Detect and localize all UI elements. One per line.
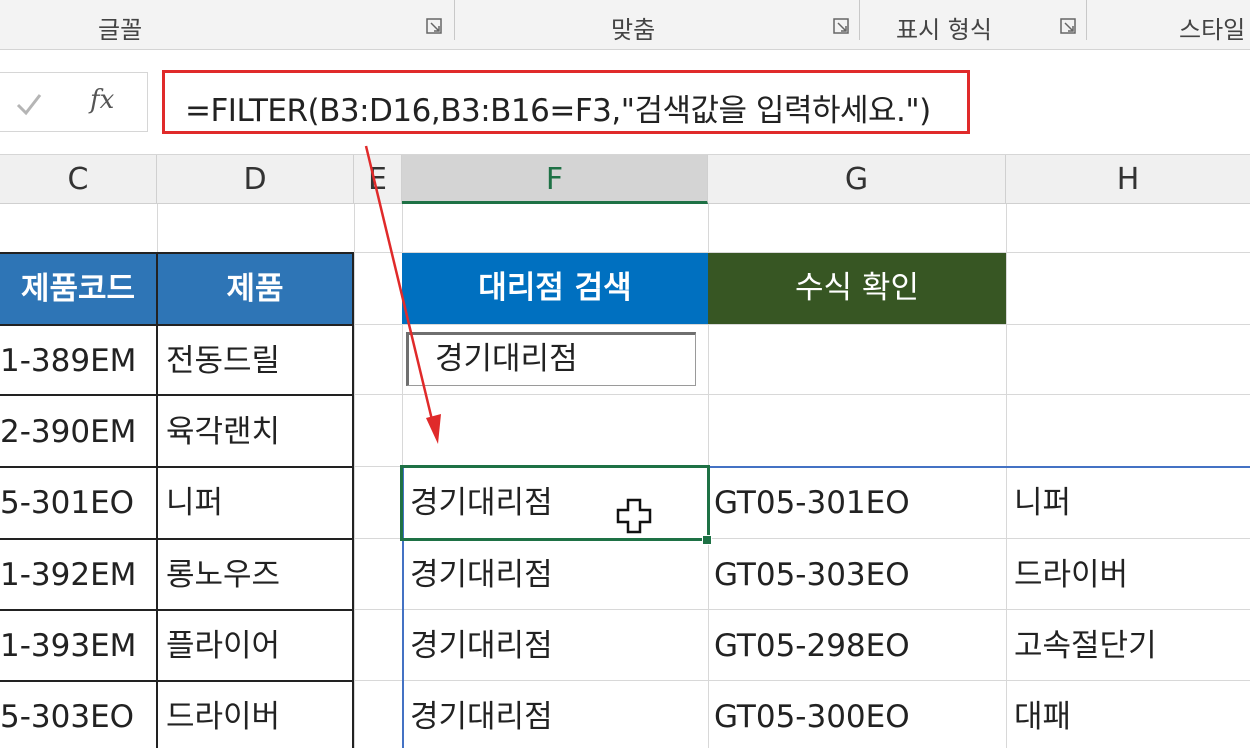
result-product-cell[interactable]: 드라이버 [1014,540,1128,610]
dialog-launcher-icon[interactable] [833,18,851,36]
column-header-d[interactable]: D [157,155,354,204]
table-cell-code[interactable]: 1-389EM [0,326,154,396]
dialog-launcher-icon[interactable] [426,18,444,36]
result-dealer-cell[interactable]: 경기대리점 [410,611,553,681]
column-header-c[interactable]: C [0,155,157,204]
column-header-e[interactable]: E [354,155,402,204]
formula-bar: fx =FILTER(B3:D16,B3:B16=F3,"검색값을 입력하세요.… [0,50,1250,154]
enter-check-icon[interactable] [14,89,44,119]
result-code-cell[interactable]: GT05-301EO [714,468,910,538]
result-dealer-cell[interactable]: 경기대리점 [410,540,553,610]
insert-function-icon[interactable]: fx [90,85,114,115]
table-cell-product[interactable]: 롱노우즈 [166,540,280,610]
table-cell-product[interactable]: 플라이어 [166,611,280,681]
result-product-cell[interactable]: 고속절단기 [1014,611,1157,681]
formula-check-header[interactable]: 수식 확인 [708,253,1006,324]
ribbon-group-label: 스타일 [1179,16,1246,44]
ribbon-group-label: 표시 형식 [896,16,992,44]
ribbon-group-number[interactable]: 표시 형식 [860,0,1086,50]
ribbon-group-alignment[interactable]: 맞춤 [455,0,859,50]
table-cell-product[interactable]: 니퍼 [166,468,223,538]
formula-bar-buttons: fx [0,72,148,132]
product-code-header[interactable]: 제품코드 [0,254,156,324]
table-cell-code[interactable]: 1-392EM [0,540,154,610]
dealer-search-header[interactable]: 대리점 검색 [402,253,708,324]
ribbon-group-label: 글꼴 [98,16,143,44]
formula-input[interactable]: =FILTER(B3:D16,B3:B16=F3,"검색값을 입력하세요.") [162,70,970,134]
table-cell-code[interactable]: 5-303EO [0,682,154,748]
result-code-cell[interactable]: GT05-298EO [714,611,910,681]
column-header-f[interactable]: F [402,155,708,204]
formula-text[interactable]: =FILTER(B3:D16,B3:B16=F3,"검색값을 입력하세요.") [185,85,931,130]
column-header-g[interactable]: G [708,155,1006,204]
table-cell-product[interactable]: 육각랜치 [166,397,280,467]
table-cell-code[interactable]: 5-301EO [0,468,154,538]
ribbon-group-label: 맞춤 [611,16,656,44]
dealer-search-input[interactable]: 경기대리점 [406,332,696,386]
cell-select-cursor-icon [616,498,652,534]
result-product-cell[interactable]: 니퍼 [1014,468,1071,538]
result-product-cell[interactable]: 대패 [1014,682,1071,748]
fill-handle[interactable] [702,535,712,545]
worksheet-grid[interactable]: 제품코드 제품 1-389EM 전동드릴 2-390EM 육각랜치 5-301E… [0,204,1250,748]
result-code-cell[interactable]: GT05-300EO [714,682,910,748]
ribbon-group-styles[interactable]: 스타일 [1087,0,1250,50]
product-header[interactable]: 제품 [158,254,352,324]
active-cell-outline[interactable] [400,465,710,541]
column-header-h[interactable]: H [1006,155,1250,204]
ribbon-group-font[interactable]: 글꼴 [0,0,454,50]
table-cell-product[interactable]: 드라이버 [166,682,280,748]
table-cell-product[interactable]: 전동드릴 [166,326,280,396]
result-code-cell[interactable]: GT05-303EO [714,540,910,610]
column-headers: C D E F G H [0,154,1250,204]
table-cell-code[interactable]: 1-393EM [0,611,154,681]
ribbon-group-bar: 글꼴 맞춤 표시 형식 스타일 [0,0,1250,50]
dialog-launcher-icon[interactable] [1060,18,1078,36]
table-cell-code[interactable]: 2-390EM [0,397,154,467]
result-dealer-cell[interactable]: 경기대리점 [410,682,553,748]
